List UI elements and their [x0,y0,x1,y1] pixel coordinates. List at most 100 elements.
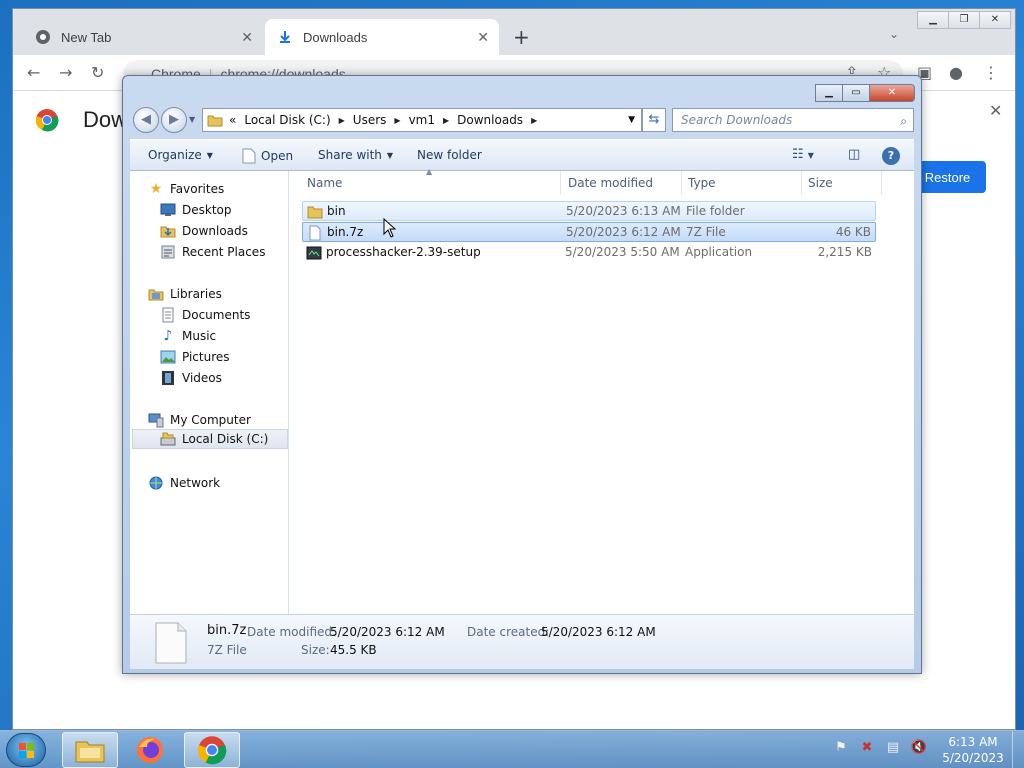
details-date-modified: 5/20/2023 6:12 AM [330,625,445,639]
documents-icon [160,307,176,323]
share-with-label: Share with [318,148,382,162]
nav-label: Music [182,329,217,343]
star-icon: ★ [149,181,163,197]
details-date-created: 5/20/2023 6:12 AM [541,625,656,639]
chrome-favicon-icon [35,29,51,45]
address-overflow[interactable]: « [229,113,236,127]
drive-icon [160,431,176,447]
breadcrumb-users[interactable]: Users [353,113,387,127]
minimize-button[interactable]: ▁ [917,11,949,29]
details-size: 45.5 KB [330,643,377,657]
help-icon[interactable]: ? [882,147,900,165]
network-status-icon[interactable]: ▤ [884,739,902,757]
details-size-label: Size: [301,643,330,657]
view-options-icon[interactable]: ☷ ▼ [792,147,814,162]
show-desktop-button[interactable] [1012,731,1024,768]
file-name: bin.7z [327,225,364,239]
nav-label: Videos [182,371,222,385]
new-folder-button[interactable]: New folder [417,148,482,162]
nav-recent-places[interactable]: Recent Places [160,242,265,262]
clock-time: 6:13 AM [948,735,998,749]
nav-label: Favorites [170,182,225,196]
menu-kebab-icon[interactable]: ⋮ [983,63,999,82]
nav-videos[interactable]: Videos [160,368,222,388]
nav-favorites[interactable]: ★ Favorites [148,179,225,199]
taskbar-chrome[interactable] [184,732,240,768]
search-input[interactable]: Search Downloads ⌕ [672,108,914,132]
file-size: 46 KB [835,225,871,239]
minimize-button[interactable]: ▁ [815,84,843,102]
folder-icon [307,206,323,219]
breadcrumb-arrow-icon[interactable]: ▶ [443,116,449,125]
file-icon [309,225,321,241]
power-icon[interactable]: ✖ [858,739,876,757]
nav-label: Desktop [182,203,232,217]
desktop-icon [160,202,176,218]
nav-downloads[interactable]: Downloads [160,221,248,241]
preview-pane-icon[interactable]: ◫ [848,147,860,162]
profile-icon[interactable]: ● [949,63,963,82]
address-dropdown-icon[interactable]: ▼ [628,115,635,125]
nav-desktop[interactable]: Desktop [160,200,232,220]
open-button[interactable]: Open [242,148,293,164]
taskbar-file-explorer[interactable] [62,732,118,768]
details-pane: bin.7z Date modified: 5/20/2023 6:12 AM … [130,614,914,669]
nav-my-computer[interactable]: My Computer [148,410,251,430]
new-folder-label: New folder [417,148,482,162]
taskbar: ⚑ ✖ ▤ 🔇 6:13 AM 5/20/2023 [0,730,1024,768]
taskbar-firefox[interactable] [122,732,178,768]
firefox-icon [137,737,163,763]
tab-new-tab[interactable]: New Tab ✕ [23,19,263,55]
download-icon [277,29,293,45]
nav-label: Local Disk (C:) [182,432,269,446]
mouse-cursor-icon [383,218,397,238]
file-size: 2,215 KB [817,245,872,259]
forward-button[interactable]: ▶ [161,107,187,133]
chevron-down-icon: ▼ [386,150,394,160]
nav-pictures[interactable]: Pictures [160,347,230,367]
system-clock[interactable]: 6:13 AM 5/20/2023 [938,734,1008,766]
breadcrumb-vm1[interactable]: vm1 [409,113,435,127]
action-center-icon[interactable]: ⚑ [832,739,850,757]
new-tab-button[interactable]: + [513,25,530,49]
breadcrumb-arrow-icon[interactable]: ▶ [339,116,345,125]
nav-documents[interactable]: Documents [160,305,250,325]
back-button[interactable]: ◀ [133,107,159,133]
forward-arrow-icon[interactable]: → [59,63,72,82]
organize-button[interactable]: Organize ▼ [148,148,213,162]
clock-date: 5/20/2023 [942,751,1004,765]
system-tray: ⚑ ✖ ▤ 🔇 [832,739,936,757]
search-icon[interactable]: ⌕ [900,110,907,132]
breadcrumb-arrow-icon[interactable]: ▶ [394,116,400,125]
file-row[interactable]: processhacker-2.39-setup 5/20/2023 5:50 … [302,243,876,263]
breadcrumb-downloads[interactable]: Downloads [457,113,523,127]
tab-close-icon[interactable]: ✕ [241,29,253,46]
details-file-type: 7Z File [207,643,247,657]
reload-icon[interactable]: ↻ [91,63,104,82]
breadcrumb-local-disk[interactable]: Local Disk (C:) [244,113,330,127]
nav-music[interactable]: ♪ Music [160,326,217,346]
close-button[interactable]: ✕ [979,11,1011,29]
nav-label: Libraries [170,287,222,301]
file-name: processhacker-2.39-setup [326,245,481,259]
nav-network[interactable]: Network [148,473,220,493]
tab-downloads[interactable]: Downloads ✕ [265,19,499,55]
tab-search-chevron-icon[interactable]: ⌄ [889,27,899,41]
volume-muted-icon[interactable]: 🔇 [910,739,928,757]
organize-label: Organize [148,148,202,162]
address-bar[interactable]: « Local Disk (C:) ▶ Users ▶ vm1 ▶ Downlo… [202,108,642,132]
close-button[interactable]: ✕ [869,84,915,102]
nav-local-disk[interactable]: Local Disk (C:) [132,429,288,449]
close-icon[interactable]: ✕ [989,101,1002,120]
refresh-icon[interactable]: ⇆ [642,108,666,132]
breadcrumb-arrow-icon[interactable]: ▶ [531,116,537,125]
nav-libraries[interactable]: Libraries [148,284,222,304]
back-arrow-icon[interactable]: ← [27,63,40,82]
maximize-button[interactable]: ❐ [948,11,980,29]
share-with-button[interactable]: Share with ▼ [318,148,393,162]
maximize-button[interactable]: ▭ [842,84,870,102]
start-button[interactable] [6,733,46,767]
nav-label: Downloads [182,224,248,238]
recent-pages-chevron-icon[interactable]: ▼ [189,115,195,124]
tab-close-icon[interactable]: ✕ [477,29,489,46]
